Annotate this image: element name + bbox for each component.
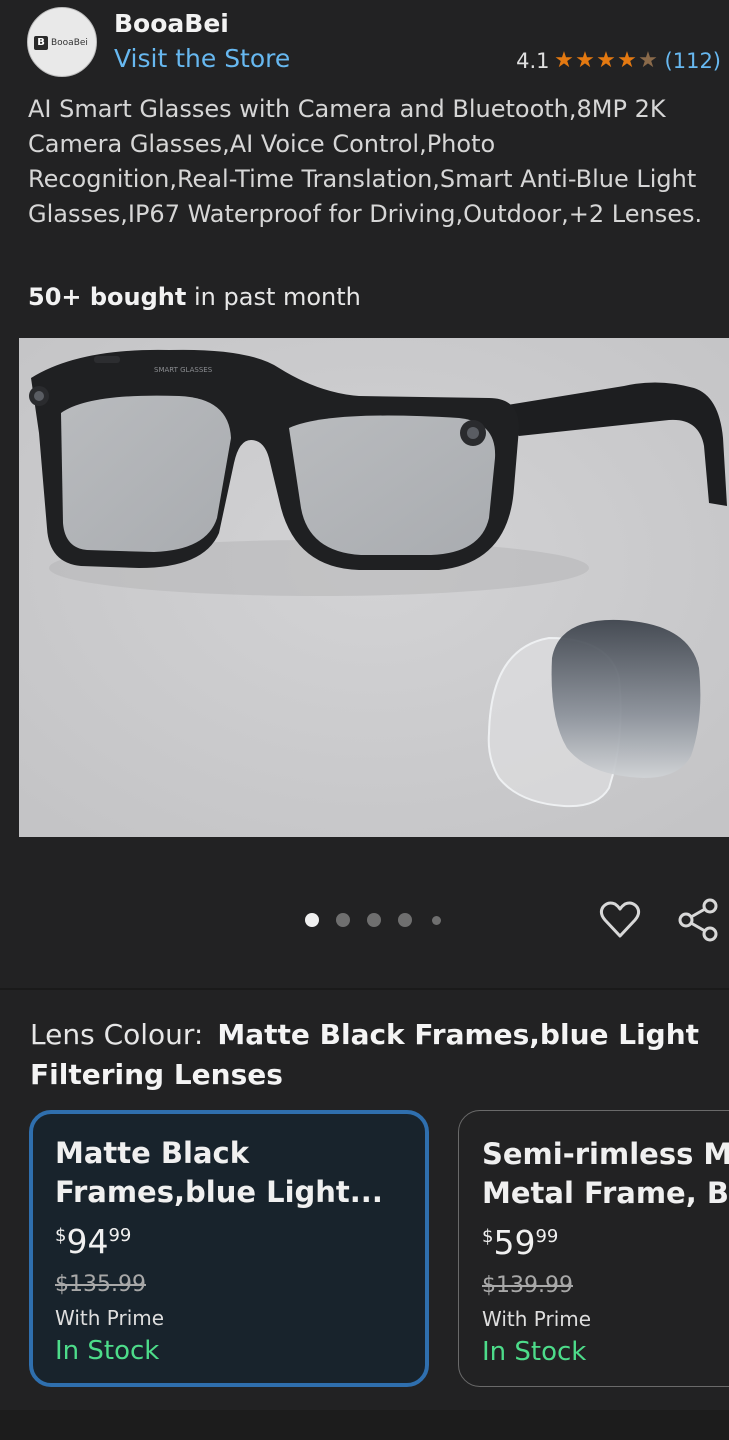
brand-logo-icon: B <box>34 36 48 50</box>
bought-count-bold: 50+ bought <box>28 283 187 311</box>
frame-marking-text: SMART GLASSES <box>154 366 213 374</box>
option-stock-status: In Stock <box>55 1336 160 1366</box>
brand-logo-text: BooaBei <box>51 38 88 48</box>
variation-option-selected[interactable]: Matte Black Frames,blue Light... $9499 $… <box>29 1110 429 1387</box>
section-divider <box>0 988 729 990</box>
pagination-dot[interactable] <box>336 913 350 927</box>
option-list-price: $135.99 <box>55 1272 146 1297</box>
smart-glasses-image: SMART GLASSES <box>19 338 729 837</box>
price-currency: $ <box>482 1226 494 1247</box>
price-whole: 94 <box>66 1222 109 1261</box>
pagination-dot[interactable] <box>367 913 381 927</box>
variation-heading: Lens Colour: Matte Black Frames,blue Ligh… <box>30 1015 710 1095</box>
product-image[interactable]: SMART GLASSES <box>19 338 729 837</box>
price-fraction: 99 <box>535 1226 559 1247</box>
option-name: Semi-rimless Mat Metal Frame, Blu <box>482 1137 729 1210</box>
pagination-dot[interactable] <box>432 916 441 925</box>
brand-name: BooaBei <box>114 9 229 38</box>
rating-summary[interactable]: 4.1 ★ ★ ★ ★ ★ (112) <box>516 46 721 76</box>
option-list-price: $139.99 <box>482 1273 573 1298</box>
price-whole: 59 <box>493 1223 536 1262</box>
rating-count: (112) <box>664 49 721 73</box>
brand-avatar[interactable]: B BooaBei <box>27 7 97 77</box>
pagination-dot[interactable] <box>398 913 412 927</box>
variation-option[interactable]: Semi-rimless Mat Metal Frame, Blu $5999 … <box>458 1110 729 1387</box>
variation-label: Lens Colour: <box>30 1018 204 1051</box>
option-prime-label: With Prime <box>55 1306 165 1330</box>
bottom-bar <box>0 1410 729 1440</box>
price-currency: $ <box>55 1225 67 1246</box>
option-price: $5999 <box>482 1223 558 1263</box>
pagination-dot-active[interactable] <box>305 913 319 927</box>
rating-stars: ★ ★ ★ ★ ★ <box>554 46 659 76</box>
price-fraction: 99 <box>108 1225 132 1246</box>
star-icon: ★ <box>617 48 637 73</box>
star-partial-icon: ★ <box>638 48 658 73</box>
visit-store-link[interactable]: Visit the Store <box>114 42 290 76</box>
product-header: B BooaBei BooaBei Visit the Store 4.1 ★ … <box>0 0 729 90</box>
star-icon: ★ <box>554 48 574 73</box>
option-price: $9499 <box>55 1222 131 1262</box>
bought-count: 50+ bought in past month <box>28 280 361 314</box>
option-stock-status: In Stock <box>482 1337 587 1367</box>
share-icon[interactable] <box>676 897 720 943</box>
bought-count-rest: in past month <box>186 283 361 311</box>
star-icon: ★ <box>596 48 616 73</box>
rating-value: 4.1 <box>516 49 550 73</box>
option-name: Matte Black Frames,blue Light... <box>55 1136 383 1209</box>
option-prime-label: With Prime <box>482 1307 592 1331</box>
heart-icon[interactable] <box>598 898 642 942</box>
star-icon: ★ <box>575 48 595 73</box>
product-title: AI Smart Glasses with Camera and Bluetoo… <box>28 95 703 228</box>
